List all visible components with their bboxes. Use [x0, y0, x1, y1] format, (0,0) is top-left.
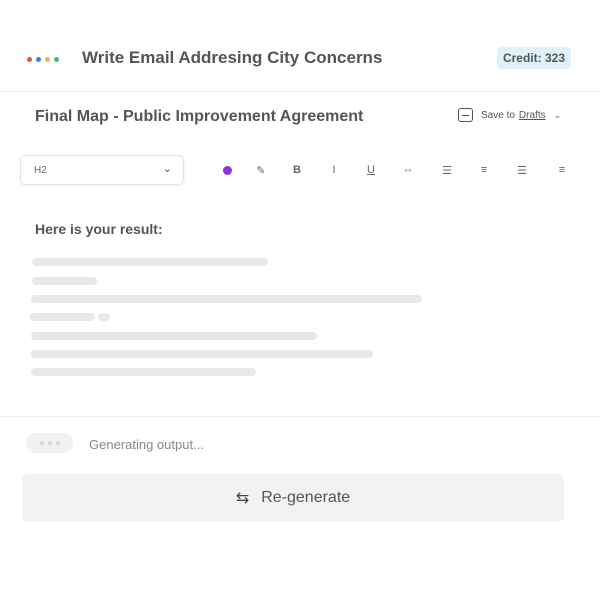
color-swatch — [222, 165, 232, 175]
dot-green — [54, 57, 59, 62]
color-icon[interactable] — [216, 159, 238, 181]
align-right-icon[interactable]: ≡ — [551, 159, 573, 181]
dot-yellow — [45, 57, 50, 62]
format-toolbar: ✎ B I U ⇔ ☰ ≡ ☰ ≡ — [0, 159, 600, 181]
skeleton-line — [32, 277, 97, 285]
skeleton-line — [31, 332, 317, 340]
swap-arrows-icon: ⇆ — [235, 490, 250, 507]
italic-icon[interactable]: I — [323, 159, 345, 181]
loading-dot — [47, 441, 52, 445]
loading-dot — [39, 441, 44, 445]
divider — [0, 416, 600, 417]
generating-text: Generating output... — [89, 437, 204, 452]
app-header: Write Email Addresing City Concerns Cred… — [0, 36, 600, 84]
save-prefix: Save to — [481, 109, 515, 121]
skeleton-line — [31, 350, 373, 358]
underline-icon[interactable]: U — [360, 159, 382, 181]
skeleton-line — [32, 258, 268, 266]
result-label: Here is your result: — [35, 221, 163, 237]
dot-red — [27, 57, 32, 62]
list-icon[interactable]: ☰ — [436, 159, 458, 181]
save-to-drafts-button[interactable]: Save to Drafts ⌄ — [458, 108, 561, 122]
align-left-icon[interactable]: ≡ — [473, 159, 495, 181]
brand-dots-icon — [27, 57, 59, 62]
skeleton-line — [30, 313, 95, 321]
link-icon[interactable]: ⇔ — [397, 159, 419, 181]
regenerate-label: Re-generate — [261, 489, 351, 506]
chevron-down-icon[interactable]: ⌄ — [554, 110, 562, 121]
bold-icon[interactable]: B — [286, 159, 308, 181]
skeleton-line — [31, 295, 422, 303]
document-title: Final Map - Public Improvement Agreement — [35, 108, 364, 125]
divider — [0, 91, 600, 92]
skeleton-line — [98, 313, 110, 321]
drafts-link[interactable]: Drafts — [519, 110, 546, 121]
app-title: Write Email Addresing City Concerns — [82, 48, 383, 67]
dot-blue — [36, 57, 41, 62]
align-center-icon[interactable]: ☰ — [511, 159, 533, 181]
folder-icon — [458, 108, 473, 122]
loading-dot — [55, 441, 60, 445]
skeleton-line — [31, 368, 256, 376]
loading-dots-icon — [26, 433, 73, 453]
regenerate-button[interactable]: ⇆ Re-generate — [22, 474, 564, 522]
credit-badge: Credit: 323 — [496, 47, 571, 69]
highlight-icon[interactable]: ✎ — [250, 159, 272, 181]
